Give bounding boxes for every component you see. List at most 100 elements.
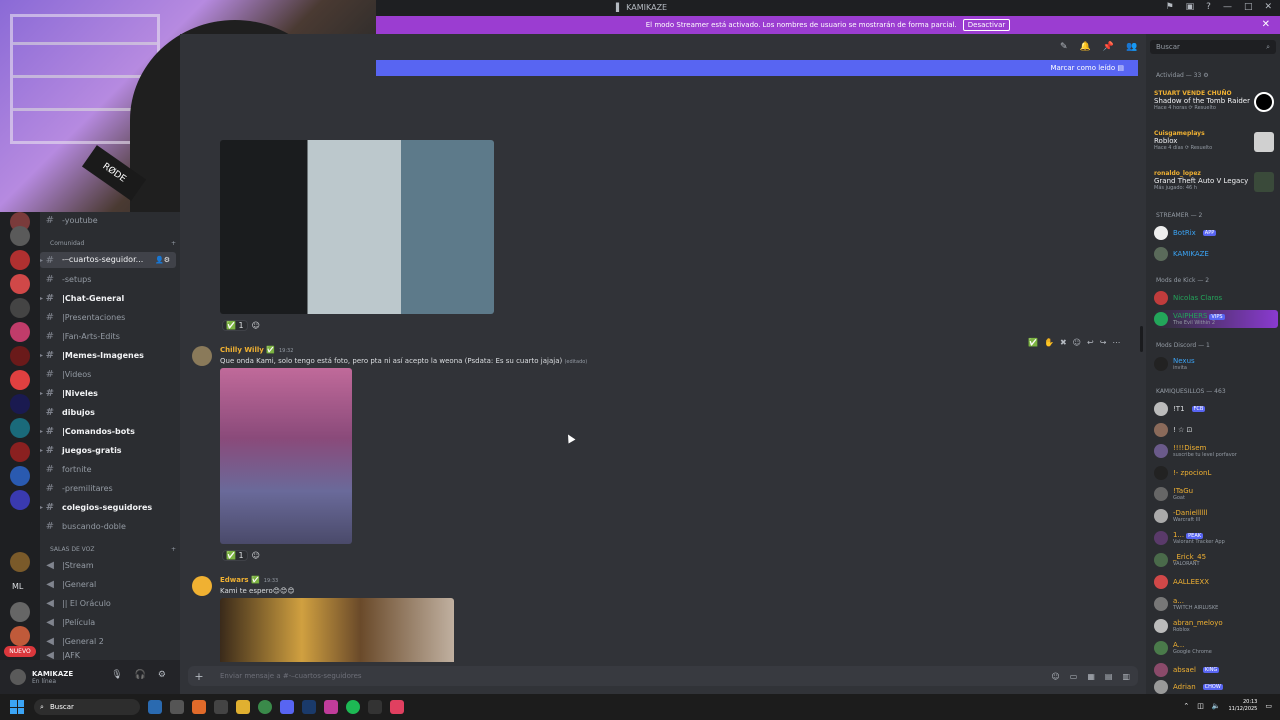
channel-item[interactable]: ▸ # |Comandos-bots [40, 423, 176, 439]
channel-item[interactable]: ▸ # colegios-seguidores [40, 499, 176, 515]
activity-header[interactable]: Actividad — 33 ⚙ [1156, 72, 1209, 79]
member-item[interactable]: Nexus invita [1154, 355, 1278, 373]
avatar[interactable] [10, 669, 26, 685]
gif-icon[interactable]: ▭ [1070, 672, 1078, 681]
emoji-icon[interactable]: ☺ [1051, 672, 1059, 681]
plus-icon[interactable]: + [188, 670, 210, 683]
react-check-icon[interactable]: ✅ [1028, 338, 1038, 347]
message-input[interactable]: Enviar mensaje a #-⎯cuartos-seguidores [220, 672, 362, 681]
pin-icon[interactable]: ⚑ [1166, 2, 1174, 12]
server-icon[interactable] [10, 346, 30, 366]
server-icon[interactable] [10, 442, 30, 462]
react-x-icon[interactable]: ✖ [1060, 338, 1067, 347]
channel-item[interactable]: # -premilitares [40, 480, 176, 496]
activity-item[interactable]: ronaldo_lopez Grand Theft Auto V Legacy … [1154, 170, 1274, 192]
channel-item[interactable]: # |Fan-Arts-Edits [40, 328, 176, 344]
server-icon[interactable] [10, 552, 30, 572]
pin-icon[interactable]: 📌 [1103, 42, 1114, 52]
app-icon[interactable] [390, 700, 404, 714]
channel-settings-icon[interactable]: 👤⚙ [155, 256, 170, 264]
server-icon[interactable] [10, 626, 30, 646]
channel-item[interactable]: ▸ # |Niveles [40, 385, 176, 401]
search-input[interactable]: Buscar ⌕ [1150, 40, 1276, 54]
gift-icon[interactable]: ▤ [1105, 672, 1113, 681]
voice-channel-item[interactable]: ◀ |AFK [40, 650, 176, 660]
channel-item[interactable]: # |Presentaciones [40, 309, 176, 325]
reply-icon[interactable]: ↩ [1087, 338, 1094, 347]
message-author[interactable]: Chilly Willy ✅ 19:32 [220, 346, 293, 354]
server-icon[interactable] [10, 250, 30, 270]
member-item[interactable]: !- zpocionL [1154, 464, 1278, 482]
member-item[interactable]: _Erick_45 VALORANT [1154, 551, 1278, 569]
voice-channel-item[interactable]: ◀ |Película [40, 614, 176, 630]
app-icon[interactable] [324, 700, 338, 714]
chrome-icon[interactable] [258, 700, 272, 714]
clock[interactable]: 20:13 11/12/2025 [1229, 699, 1258, 713]
threads-icon[interactable]: ✎ [1060, 42, 1068, 52]
channel-item[interactable]: ▸ # |Memes-Imagenes [40, 347, 176, 363]
avatar[interactable] [192, 346, 212, 366]
member-item[interactable]: !!!!Disem suscribe tu level porfavor [1154, 442, 1278, 460]
add-reaction-icon[interactable]: ☺ [252, 551, 260, 560]
more-icon[interactable]: ⋯ [1112, 338, 1120, 347]
minimize-button[interactable]: — [1223, 2, 1232, 12]
members-icon[interactable]: 👥 [1126, 42, 1137, 52]
discord-icon[interactable] [280, 700, 294, 714]
message-author[interactable]: Edwars ✅ 19:33 [220, 576, 278, 584]
reaction-check[interactable]: ✅ 1 [222, 320, 248, 331]
server-icon[interactable] [10, 274, 30, 294]
member-item[interactable]: abran_meloyo Roblox [1154, 617, 1278, 635]
steam-icon[interactable] [302, 700, 316, 714]
channel-item[interactable]: # fortnite [40, 461, 176, 477]
inbox-icon[interactable]: ▣ [1186, 2, 1195, 12]
help-icon[interactable]: ? [1206, 2, 1211, 12]
voice-channel-item[interactable]: ◀ |General 2 [40, 633, 176, 649]
chevron-up-icon[interactable]: ⌃ [1183, 702, 1189, 710]
category-voice[interactable]: SALAS DE VOZ + [50, 546, 176, 553]
member-item[interactable]: Nicolas Claros [1154, 289, 1278, 307]
server-icon[interactable] [10, 466, 30, 486]
activity-item[interactable]: STUART VENDE CHUÑO Shadow of the Tomb Ra… [1154, 90, 1274, 112]
member-item[interactable]: AALLEEXX [1154, 573, 1278, 591]
voice-channel-item[interactable]: ◀ || El Oráculo [40, 595, 176, 611]
add-reaction-icon[interactable]: ☺ [252, 321, 260, 330]
plus-icon[interactable]: + [171, 546, 176, 553]
member-item[interactable]: VAIPHERS VIPS The Evil Within 2 [1154, 310, 1278, 328]
message-image[interactable] [220, 598, 454, 662]
network-icon[interactable]: ◫ [1197, 702, 1204, 710]
server-label-ml[interactable]: ML [12, 582, 23, 591]
taskbar-search[interactable]: ⌕ Buscar [34, 699, 140, 715]
maximize-button[interactable]: □ [1244, 2, 1253, 12]
channel-item[interactable]: # dibujos [40, 404, 176, 420]
mark-read-bar[interactable]: Marcar como leído ▤ [376, 60, 1138, 76]
member-item[interactable]: -Daniellllll Warcraft III [1154, 507, 1278, 525]
deactivate-button[interactable]: Desactivar [962, 19, 1011, 31]
sticker-icon[interactable]: ▦ [1087, 672, 1095, 681]
member-item[interactable]: KAMIKAZE [1154, 245, 1278, 263]
member-item[interactable]: !TaGu Goat [1154, 485, 1278, 503]
channel-item[interactable]: # -setups [40, 271, 176, 287]
server-icon[interactable] [10, 418, 30, 438]
server-icon[interactable] [10, 370, 30, 390]
channel-item[interactable]: ▸ # juegos-gratis [40, 442, 176, 458]
member-item[interactable]: a... TWITCH AIRLUSKE [1154, 595, 1278, 613]
voice-channel-item[interactable]: ◀ |General [40, 576, 176, 592]
channel-item[interactable]: # buscando-doble [40, 518, 176, 534]
member-item[interactable]: A... Google Chrome [1154, 639, 1278, 657]
avatar[interactable] [192, 576, 212, 596]
message-image[interactable] [220, 140, 494, 314]
channel-item[interactable]: ▸ # |Chat-General [40, 290, 176, 306]
server-icon[interactable] [10, 322, 30, 342]
server-icon[interactable] [10, 298, 30, 318]
message-image[interactable] [220, 368, 352, 544]
folder-icon[interactable] [236, 700, 250, 714]
channel-item-active[interactable]: ▸ # -⎯cuartos-seguidor... 👤⚙ [40, 252, 176, 268]
headphones-icon[interactable]: 🎧 [135, 670, 146, 680]
server-icon[interactable] [10, 490, 30, 510]
plus-icon[interactable]: + [171, 240, 176, 247]
app-icon[interactable] [192, 700, 206, 714]
app-icon[interactable] [170, 700, 184, 714]
member-item[interactable]: Adrian CHOW [1154, 680, 1278, 694]
channel-item[interactable]: # |Videos [40, 366, 176, 382]
member-item[interactable]: ! ☆ ⊡ [1154, 421, 1278, 439]
